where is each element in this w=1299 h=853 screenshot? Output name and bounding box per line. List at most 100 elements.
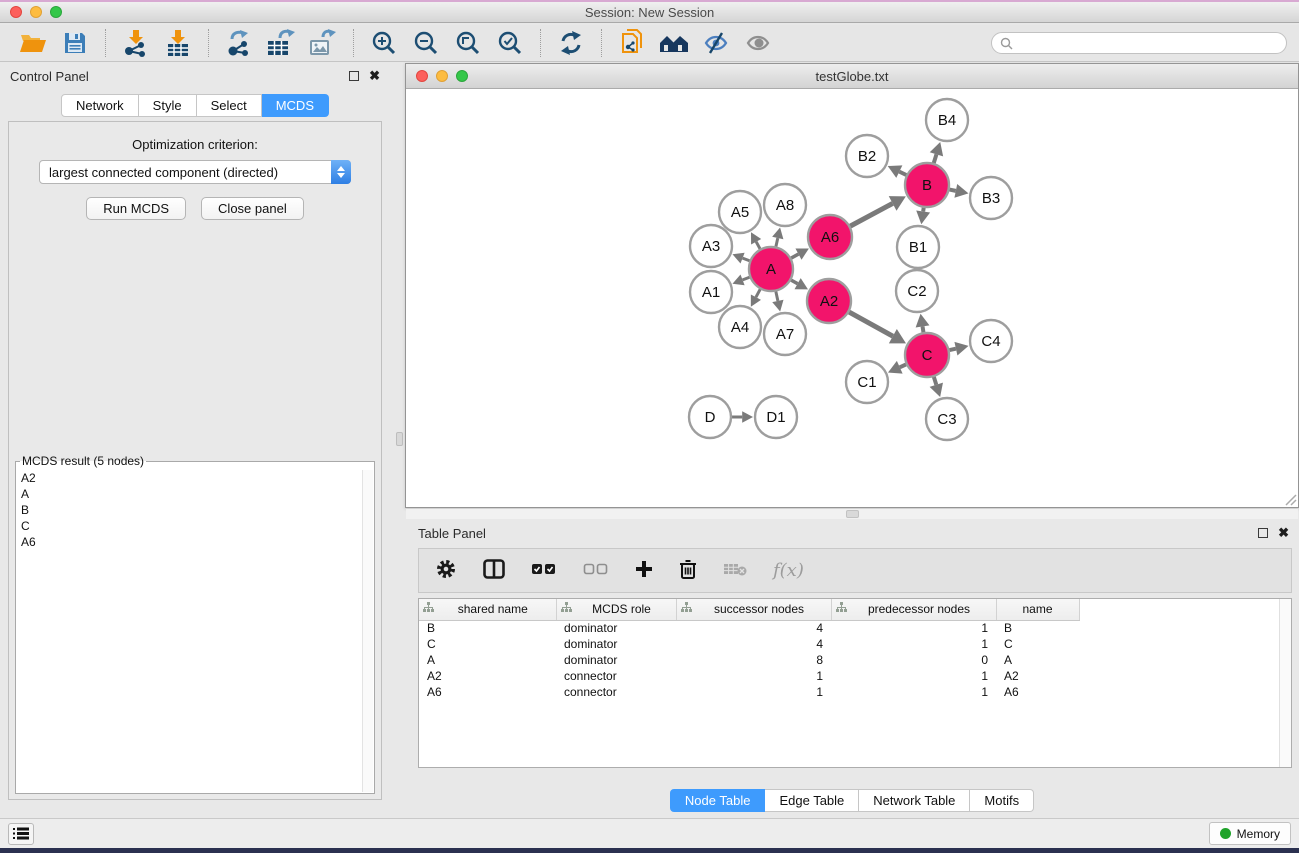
open-file-icon[interactable] [17,28,49,58]
network-canvas[interactable]: B4B2BB3A8A5A6A3B1AA1C2A2A4A7C4CC1C3DD1 [407,89,1297,506]
export-image-icon[interactable] [307,28,339,58]
criterion-dropdown[interactable]: largest connected component (directed) [39,160,351,184]
edge-A-A3[interactable] [743,258,750,261]
resize-grip[interactable] [1284,493,1297,506]
edge-B-B4[interactable] [934,154,937,163]
zoom-fit-icon[interactable] [452,28,484,58]
edge-A-A6[interactable] [791,254,798,258]
import-network-icon[interactable] [120,28,152,58]
unselect-all-columns-icon[interactable] [583,562,609,579]
edge-A-A7[interactable] [776,291,778,300]
table-row[interactable]: Adominator80A [419,652,1079,668]
edge-C-C3[interactable] [934,377,936,385]
show-all-networks-icon[interactable] [658,28,690,58]
edge-A-A4[interactable] [756,289,760,297]
tab-node-table[interactable]: Node Table [670,789,766,812]
tab-network-table[interactable]: Network Table [859,789,970,812]
show-panel-icon[interactable] [742,28,774,58]
table-vertical-scrollbar[interactable] [1279,599,1291,767]
network-window-titlebar[interactable]: testGlobe.txt [406,64,1298,89]
table-settings-gear-icon[interactable] [435,558,457,583]
export-table-icon[interactable] [265,28,297,58]
edge-B-B3[interactable] [950,190,956,191]
mcds-result-item[interactable]: A [17,486,361,502]
table-cell: 8 [676,652,831,668]
column-header[interactable]: MCDS role [556,599,676,620]
table-cell: C [419,636,556,652]
delete-column-icon[interactable] [679,559,697,582]
node-label-A4: A4 [731,319,749,336]
import-table-icon[interactable] [162,28,194,58]
node-label-A3: A3 [702,238,720,255]
table-cell: 1 [676,668,831,684]
scrollbar-thumb[interactable] [846,510,859,518]
mcds-result-legend: MCDS result (5 nodes) [20,454,146,468]
edge-arrowhead [772,300,783,312]
zoom-selected-icon[interactable] [494,28,526,58]
table-row[interactable]: Bdominator41B [419,620,1079,636]
app-titlebar: Session: New Session [0,0,1299,23]
memory-button[interactable]: Memory [1209,822,1291,845]
zoom-in-icon[interactable] [368,28,400,58]
float-panel-icon[interactable] [349,71,359,81]
mcds-result-item[interactable]: C [17,518,361,534]
table-cell: A [419,652,556,668]
table-row[interactable]: A2connector11A2 [419,668,1079,684]
export-network-icon[interactable] [223,28,255,58]
clone-network-icon[interactable] [616,28,648,58]
zoom-out-icon[interactable] [410,28,442,58]
float-panel-icon[interactable] [1258,528,1268,538]
edge-A-A8[interactable] [776,238,778,247]
edge-C-C2[interactable] [923,326,924,332]
task-history-button[interactable] [8,823,34,845]
run-mcds-button[interactable]: Run MCDS [86,197,186,220]
close-panel-icon[interactable]: ✖ [1278,528,1289,538]
table-cell: 1 [676,684,831,700]
close-panel-button[interactable]: Close panel [201,197,304,220]
divider-scroll-thumb[interactable] [396,432,403,446]
edge-C-C4[interactable] [949,349,955,350]
tab-motifs[interactable]: Motifs [970,789,1034,812]
column-header[interactable]: successor nodes [676,599,831,620]
select-all-columns-icon[interactable] [531,562,557,579]
mcds-result-item[interactable]: A6 [17,534,361,550]
edge-A-A1[interactable] [743,277,750,280]
edge-A-A2[interactable] [791,280,797,284]
table-cell: dominator [556,620,676,636]
edge-B-B2[interactable] [899,172,906,175]
tab-network[interactable]: Network [61,94,139,117]
mcds-result-scrollbar[interactable] [362,470,373,792]
node-label-D: D [705,409,716,426]
mcds-result-item[interactable]: A2 [17,470,361,486]
tab-edge-table[interactable]: Edge Table [765,789,859,812]
table-row[interactable]: A6connector11A6 [419,684,1079,700]
tab-select[interactable]: Select [197,94,262,117]
hide-panel-icon[interactable] [700,28,732,58]
column-header[interactable]: predecessor nodes [831,599,996,620]
search-input[interactable] [991,32,1287,54]
table-cell: 1 [831,636,996,652]
refresh-icon[interactable] [555,28,587,58]
mcds-result-box: MCDS result (5 nodes) A2ABCA6 [15,454,375,794]
column-header[interactable]: shared name [419,599,556,620]
create-column-icon[interactable] [635,560,653,581]
edge-A-A5[interactable] [756,242,760,249]
close-panel-icon[interactable]: ✖ [369,71,380,81]
tab-style[interactable]: Style [139,94,197,117]
table-row[interactable]: Cdominator41C [419,636,1079,652]
edge-B-B1[interactable] [923,208,924,212]
column-header[interactable]: name [996,599,1079,620]
show-columns-icon[interactable] [483,559,505,582]
edge-A2-C[interactable] [849,312,893,336]
toolbar-separator [208,29,209,57]
network-horizontal-scrollbar[interactable] [406,509,1298,519]
table-cell: 1 [831,668,996,684]
function-builder-icon[interactable]: f(x) [773,560,804,581]
edge-A6-B[interactable] [850,203,892,226]
table-panel: Table Panel ✖ f(x) shared nameMCDS rol [405,520,1299,818]
edge-C-C1[interactable] [900,364,906,367]
delete-table-icon[interactable] [723,561,747,580]
save-session-icon[interactable] [59,28,91,58]
mcds-result-item[interactable]: B [17,502,361,518]
tab-mcds[interactable]: MCDS [262,94,329,117]
